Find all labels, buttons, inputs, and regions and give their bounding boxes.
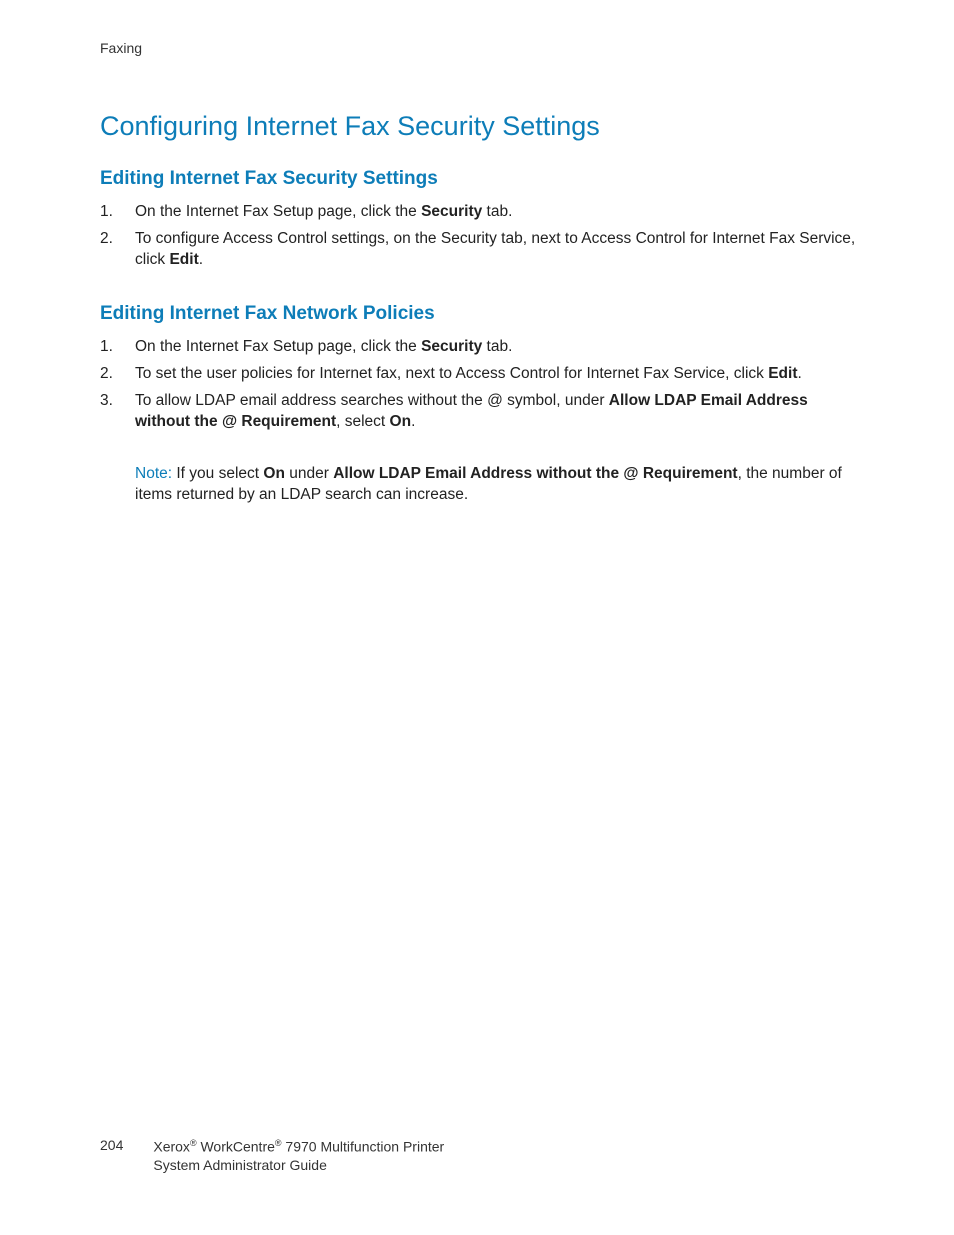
footer-text: Xerox® WorkCentre® 7970 Multifunction Pr… <box>153 1137 444 1175</box>
list-network-policies: On the Internet Fax Setup page, click th… <box>100 337 859 433</box>
subheading-security-settings: Editing Internet Fax Security Settings <box>100 168 859 190</box>
list-item: On the Internet Fax Setup page, click th… <box>100 202 859 223</box>
list-security-settings: On the Internet Fax Setup page, click th… <box>100 202 859 271</box>
subheading-network-policies: Editing Internet Fax Network Policies <box>100 303 859 325</box>
list-item: On the Internet Fax Setup page, click th… <box>100 337 859 358</box>
list-item: To set the user policies for Internet fa… <box>100 364 859 385</box>
section-label: Faxing <box>100 40 142 56</box>
note-label: Note: <box>135 465 172 482</box>
page-footer: 204 Xerox® WorkCentre® 7970 Multifunctio… <box>100 1137 444 1175</box>
list-item: To configure Access Control settings, on… <box>100 229 859 271</box>
page-number: 204 <box>100 1137 123 1153</box>
page-title: Configuring Internet Fax Security Settin… <box>100 111 859 142</box>
note-block: Note: If you select On under Allow LDAP … <box>100 464 859 506</box>
page-header: Faxing <box>100 40 859 56</box>
list-item: To allow LDAP email address searches wit… <box>100 391 859 433</box>
